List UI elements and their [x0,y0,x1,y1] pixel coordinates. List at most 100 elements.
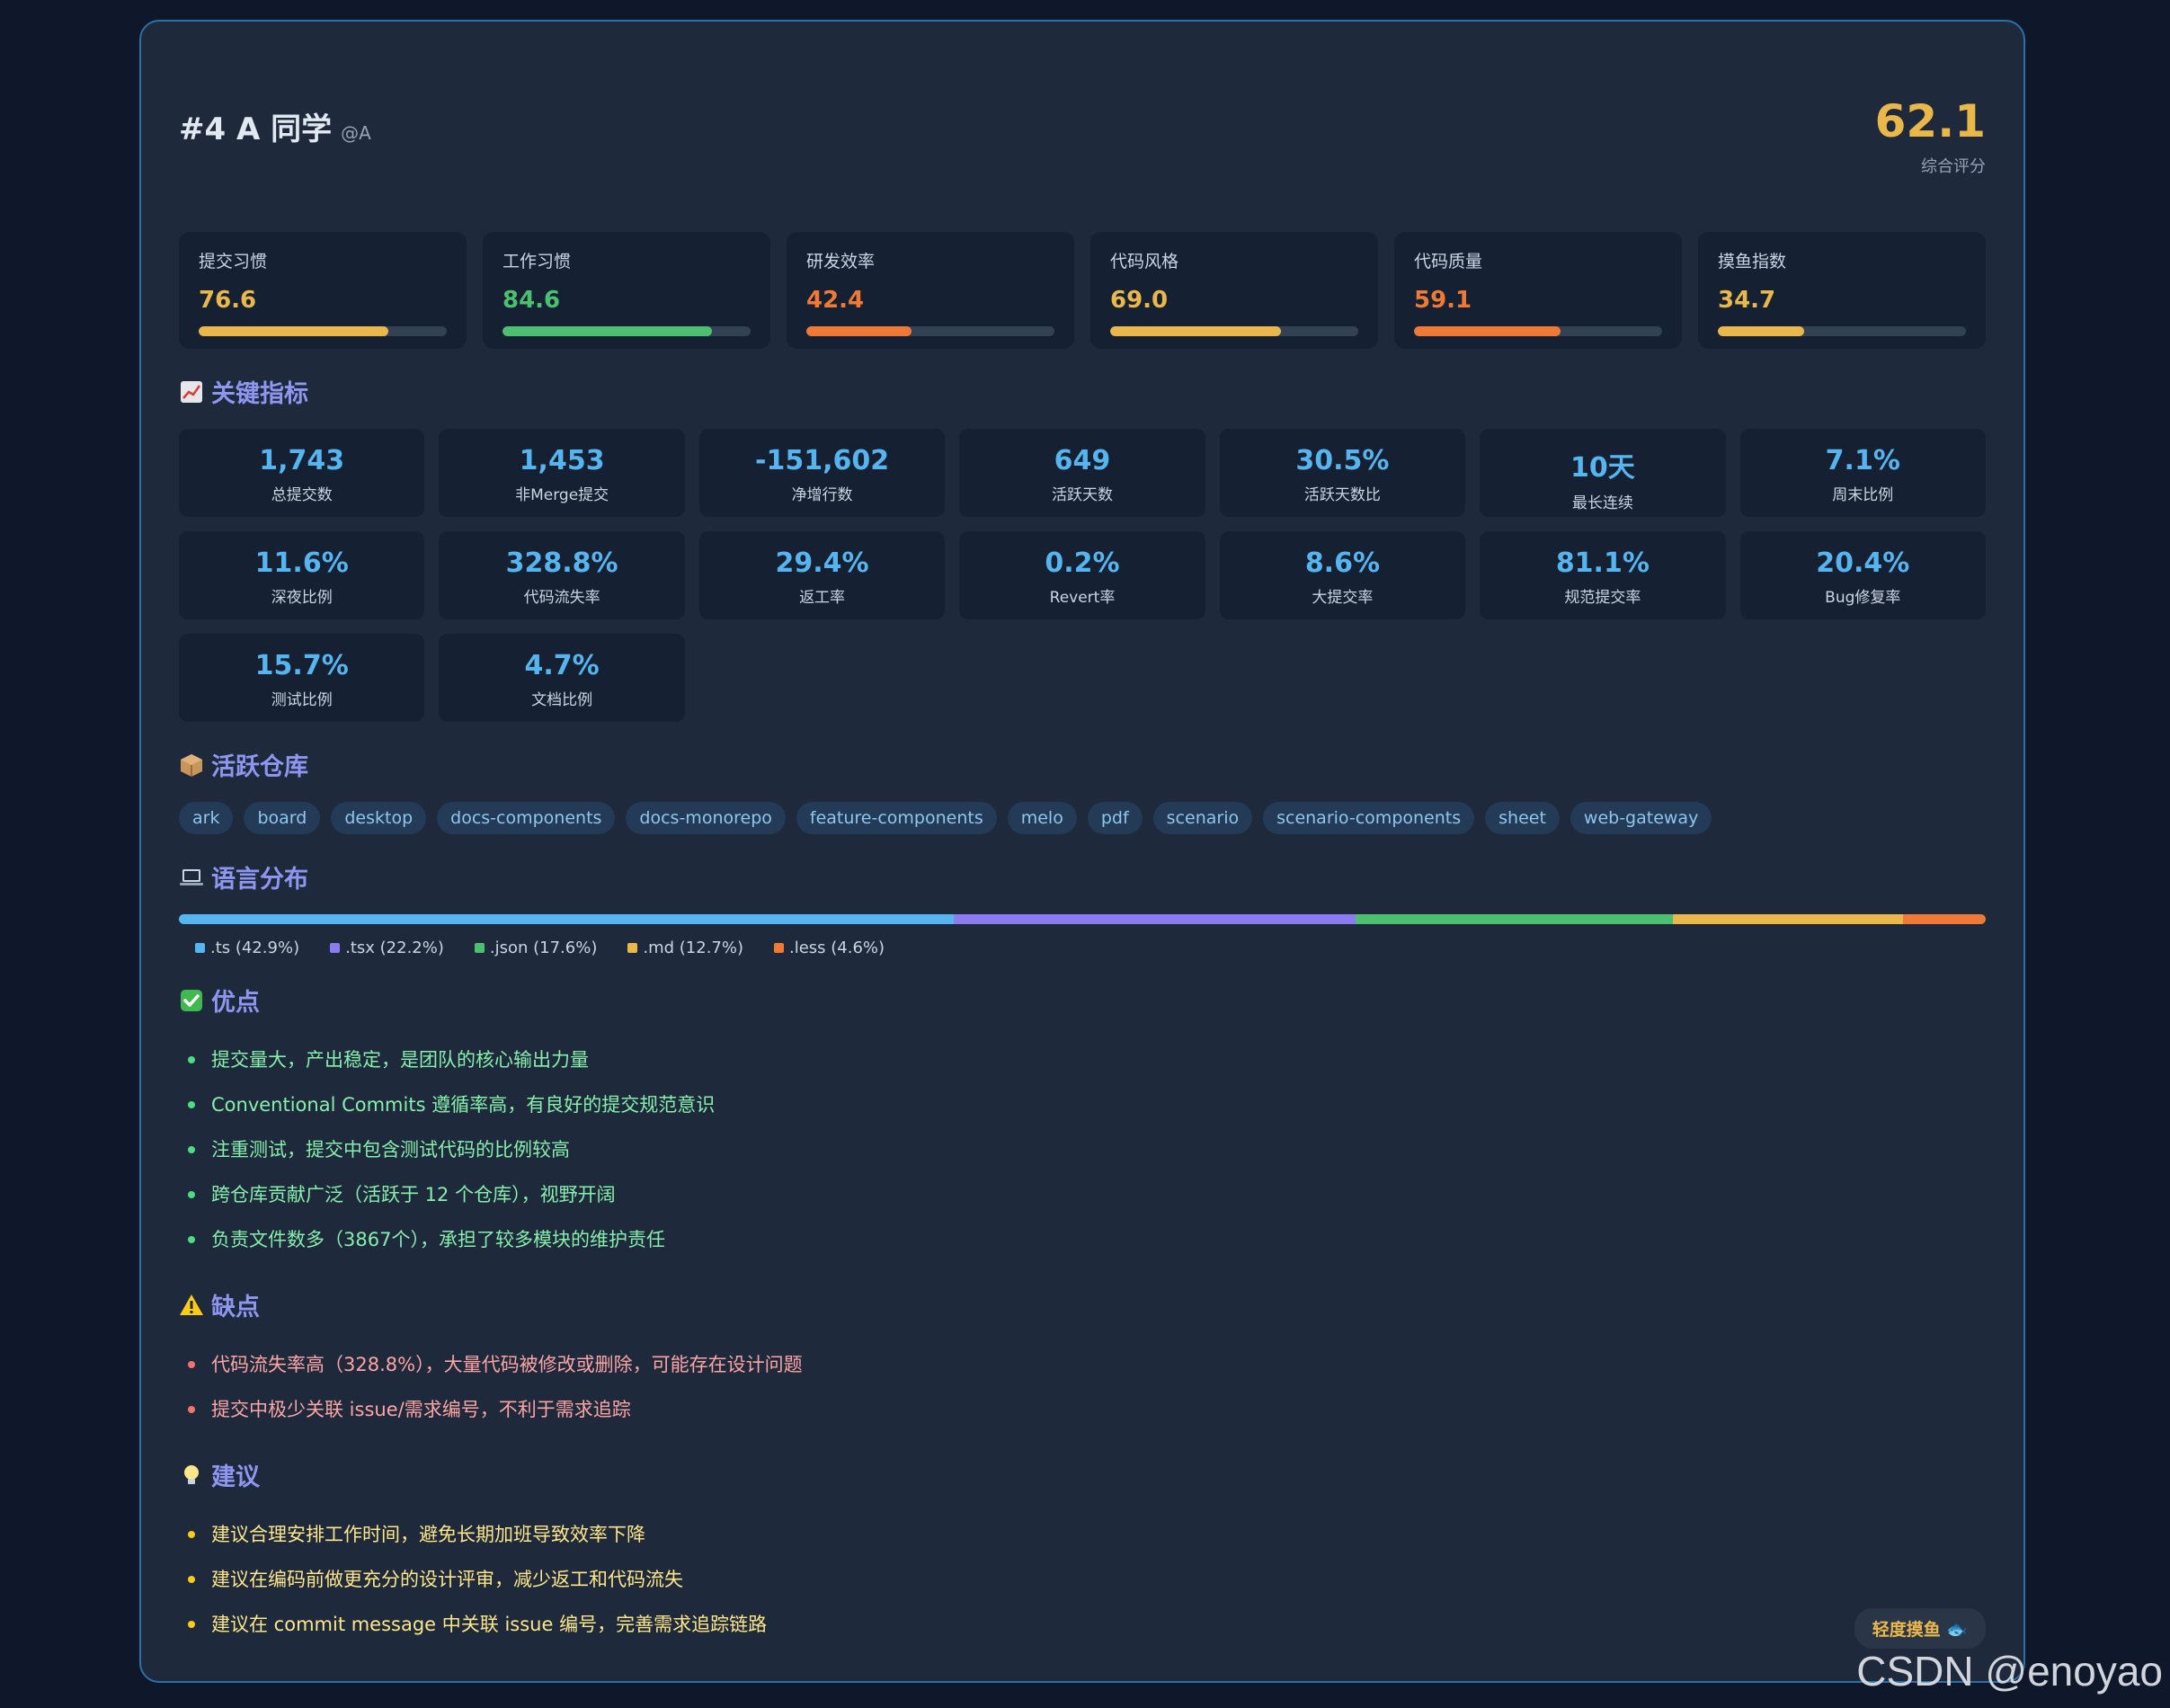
metric-value: -151,602 [755,445,890,476]
report-header: #4 A 同学 @A 62.1 综合评分 [179,59,1986,194]
dimension-value: 42.4 [806,287,865,314]
language-legend-label: .ts (42.9%) [210,939,300,957]
bullet-icon [188,1146,195,1153]
repo-tag[interactable]: sheet [1485,802,1560,834]
metric-label: Revert率 [1049,589,1116,607]
chart-increasing-icon [181,380,202,403]
dimension-progress-track [1110,326,1358,336]
overall-score: 62.1 综合评分 [1875,97,1986,177]
metric-value: 328.8% [505,547,618,579]
list-item-text: 提交中极少关联 issue/需求编号，不利于需求追踪 [211,1399,631,1420]
list-item: 代码流失率高（328.8%），大量代码被修改或删除，可能存在设计问题 [188,1342,1986,1387]
list-item: 提交中极少关联 issue/需求编号，不利于需求追踪 [188,1387,1986,1432]
repo-tag[interactable]: ark [179,802,234,834]
dimension-card: 工作习惯 84.6 [483,232,770,349]
language-legend-item: .tsx (22.2%) [330,939,444,957]
metric-card: -151,602 净增行数 [698,429,946,517]
dimension-value: 34.7 [1718,287,1776,314]
dimension-value: 69.0 [1110,287,1169,314]
bullet-icon [188,1531,195,1538]
metrics-section-label: 关键指标 [211,380,308,408]
metric-value: 649 [1054,445,1111,476]
metric-value: 8.6% [1304,547,1381,579]
dimension-label: 研发效率 [806,252,876,271]
metric-value: 0.2% [1045,547,1120,579]
metric-label: 文档比例 [531,691,593,709]
dimension-label: 摸鱼指数 [1718,252,1787,271]
list-item: 建议在编码前做更充分的设计评审，减少返工和代码流失 [188,1557,1986,1602]
dimension-scores: 提交习惯 76.6 工作习惯 84.6 研发效率 42.4 代码风格 69.0 … [179,232,1986,349]
language-bar-segment [1673,914,1903,924]
metrics-section-title: 关键指标 [179,374,1986,409]
metric-label: 净增行数 [791,486,853,504]
repo-tag[interactable]: melo [1007,802,1077,834]
metric-label: 规范提交率 [1564,589,1641,607]
dimension-label: 代码风格 [1110,252,1179,271]
tips-list: 建议合理安排工作时间，避免长期加班导致效率下降建议在编码前做更充分的设计评审，减… [188,1512,1986,1647]
legend-swatch-icon [627,943,638,953]
repo-tag[interactable]: docs-components [437,802,616,834]
metric-label: Bug修复率 [1825,589,1901,607]
dimension-card: 摸鱼指数 34.7 [1698,232,1986,349]
overall-score-label: 综合评分 [1921,157,1986,176]
metric-value: 11.6% [254,547,349,579]
dimension-progress-track [199,326,447,336]
metric-value: 15.7% [254,650,349,681]
bullet-icon [188,1576,195,1583]
metric-value: 30.5% [1295,445,1390,476]
metric-card: 11.6% 深夜比例 [179,531,425,619]
metric-card: 1,743 总提交数 [179,429,425,517]
language-legend-item: .json (17.6%) [474,939,598,957]
metric-card: 7.1% 周末比例 [1739,429,1986,517]
repo-tag[interactable]: board [244,802,321,834]
metric-card: 20.4% Bug修复率 [1739,531,1986,619]
pros-list: 提交量大，产出稳定，是团队的核心输出力量 Conventional Commits… [188,1037,1986,1262]
repo-tag[interactable]: docs-monorepo [626,802,786,834]
overall-score-value: 62.1 [1874,95,1986,147]
metric-card: 0.2% Revert率 [959,531,1205,619]
dimension-progress-track [806,326,1054,336]
dimension-label: 提交习惯 [199,252,268,271]
metric-value: 4.7% [524,650,600,681]
lang-section-label: 语言分布 [211,866,308,894]
repo-tag[interactable]: desktop [331,802,427,834]
bullet-icon [188,1191,195,1198]
bullet-icon [188,1056,195,1063]
dimension-progress-fill [1718,326,1804,336]
dimension-label: 工作习惯 [502,252,572,271]
dimension-card: 提交习惯 76.6 [179,232,467,349]
metric-label: 非Merge提交 [515,486,609,504]
language-legend-label: .json (17.6%) [489,939,598,957]
dimension-progress-track [1718,326,1966,336]
dimension-progress-fill [806,326,912,336]
repos-section-label: 活跃仓库 [211,753,308,781]
repo-tag[interactable]: pdf [1087,802,1143,834]
dimension-label: 代码质量 [1414,252,1483,271]
repo-tag[interactable]: scenario-components [1263,802,1475,834]
list-item-text: 建议合理安排工作时间，避免长期加班导致效率下降 [211,1524,645,1545]
bullet-icon [188,1621,195,1628]
repo-tag[interactable]: scenario [1152,802,1253,834]
repo-tag[interactable]: feature-components [796,802,997,834]
dimension-value: 84.6 [502,287,561,314]
list-item-text: Conventional Commits 遵循率高，有良好的提交规范意识 [211,1094,716,1116]
metric-card: 15.7% 测试比例 [179,634,425,722]
list-item: 提交量大，产出稳定，是团队的核心输出力量 [188,1037,1986,1082]
list-item-text: 负责文件数多（3867个），承担了较多模块的维护责任 [211,1229,665,1250]
developer-title: #4 A 同学 @A [179,104,371,148]
list-item: 建议合理安排工作时间，避免长期加班导致效率下降 [188,1512,1986,1557]
metric-label: 代码流失率 [523,589,600,607]
bullet-icon [188,1361,195,1368]
bullet-icon [188,1101,195,1108]
language-legend-label: .md (12.7%) [643,939,743,957]
list-item-text: 建议在 commit message 中关联 issue 编号，完善需求追踪链路 [211,1614,768,1635]
metric-card: 30.5% 活跃天数比 [1219,429,1466,517]
metric-label: 测试比例 [271,691,333,709]
language-legend-item: .md (12.7%) [627,939,743,957]
dimension-progress-fill [1414,326,1561,336]
repo-tag[interactable]: web-gateway [1570,802,1712,834]
bullet-icon [188,1236,195,1243]
metrics-grid: 1,743 总提交数 1,453 非Merge提交 -151,602 净增行数 649 活跃天… [179,429,1986,722]
warning-icon [180,1294,203,1315]
list-item-text: 提交量大，产出稳定，是团队的核心输出力量 [211,1049,589,1071]
